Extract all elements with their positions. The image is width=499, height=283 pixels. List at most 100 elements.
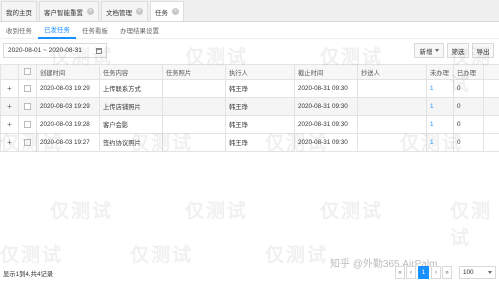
- tab-home[interactable]: 我的主页: [1, 1, 37, 21]
- task-photo-cell: [162, 79, 226, 98]
- task-content-cell: 上传店铺照片: [99, 97, 163, 116]
- watermark: 仅测试: [320, 201, 384, 222]
- tab-task[interactable]: 任务 ×: [150, 1, 184, 21]
- scroll-gutter: [483, 115, 499, 134]
- cc-cell: [357, 115, 427, 134]
- next-page-button[interactable]: ›: [431, 266, 441, 279]
- task-content-cell: 上传联系方式: [99, 79, 163, 98]
- tab-label: 文档管理: [106, 9, 132, 17]
- task-photo-cell: [162, 97, 226, 116]
- table-row[interactable]: + 2020-08-03 19:27 签约协议照片 韩王琤 2020-08-31…: [0, 133, 499, 152]
- row-checkbox[interactable]: [18, 97, 37, 116]
- watermark: 仅测试: [265, 245, 329, 266]
- tab-bar: 我的主页 客户智能重置 × 文档管理 × 任务 ×: [0, 0, 499, 22]
- expand-row-button[interactable]: +: [0, 115, 19, 134]
- filter-button-label: 筛选: [451, 48, 465, 56]
- expand-row-button[interactable]: +: [0, 79, 19, 98]
- tab-customer-reset[interactable]: 客户智能重置 ×: [39, 1, 99, 21]
- done-count-cell: 0: [453, 79, 484, 98]
- close-icon[interactable]: ×: [87, 8, 94, 15]
- table-row[interactable]: + 2020-08-03 19:29 上传店铺照片 韩王琤 2020-08-31…: [0, 97, 499, 116]
- close-icon[interactable]: ×: [136, 8, 143, 15]
- export-button[interactable]: 导出: [472, 43, 494, 58]
- expand-row-button[interactable]: +: [0, 97, 19, 116]
- subtab-result-settings[interactable]: 办理结果设置: [114, 22, 165, 39]
- checkbox-icon[interactable]: [24, 68, 31, 76]
- row-checkbox[interactable]: [18, 79, 37, 98]
- date-range-value: 2020-08-01 ~ 2020-08-31: [8, 47, 82, 54]
- executor-cell: 韩王琤: [225, 115, 295, 134]
- scroll-gutter: [483, 64, 499, 80]
- tab-label: 客户智能重置: [44, 9, 83, 17]
- checkbox-icon[interactable]: [24, 84, 31, 92]
- table-header-row: 创建时间 任务内容 任务照片 执行人 截止时间 抄送人 未办理 已办理: [0, 64, 499, 80]
- checkbox-icon[interactable]: [24, 138, 31, 146]
- pending-count-link[interactable]: 1: [426, 133, 454, 152]
- expand-row-button[interactable]: +: [0, 133, 19, 152]
- watermark: 仅测试: [185, 201, 249, 222]
- watermark: 仅测试: [450, 201, 493, 249]
- current-page-button[interactable]: 1: [418, 266, 429, 279]
- page-size-value: 100: [463, 269, 474, 276]
- watermark: 仅测试: [130, 245, 194, 266]
- tab-label: 任务: [155, 9, 168, 17]
- deadline-cell: 2020-08-31 09:30: [294, 115, 358, 134]
- date-range-picker[interactable]: 2020-08-01 ~ 2020-08-31: [3, 43, 107, 58]
- first-page-button[interactable]: «: [395, 266, 405, 279]
- column-header[interactable]: 未办理: [426, 64, 454, 80]
- row-checkbox[interactable]: [18, 133, 37, 152]
- done-count-cell: 0: [453, 133, 484, 152]
- subtab-sent[interactable]: 已发任务: [38, 22, 76, 39]
- created-time-cell: 2020-08-03 19:29: [36, 79, 100, 98]
- plus-icon[interactable]: +: [7, 120, 12, 129]
- task-photo-cell: [162, 115, 226, 134]
- deadline-cell: 2020-08-31 09:30: [294, 97, 358, 116]
- column-header[interactable]: 抄送人: [357, 64, 427, 80]
- calendar-icon[interactable]: [96, 48, 102, 54]
- checkbox-icon[interactable]: [24, 102, 31, 110]
- row-checkbox[interactable]: [18, 115, 37, 134]
- pending-count-link[interactable]: 1: [426, 115, 454, 134]
- add-button[interactable]: 新增: [414, 43, 444, 58]
- column-header[interactable]: 执行人: [225, 64, 295, 80]
- checkbox-icon[interactable]: [24, 120, 31, 128]
- table-row[interactable]: + 2020-08-03 19:28 客户会影 韩王琤 2020-08-31 0…: [0, 115, 499, 134]
- filter-button[interactable]: 筛选: [447, 43, 469, 58]
- column-header[interactable]: 任务照片: [162, 64, 226, 80]
- select-all-checkbox[interactable]: [18, 64, 37, 80]
- export-button-label: 导出: [476, 48, 490, 56]
- subtab-received[interactable]: 收到任务: [0, 22, 38, 39]
- created-time-cell: 2020-08-03 19:27: [36, 133, 100, 152]
- plus-icon[interactable]: +: [7, 138, 12, 147]
- task-photo-cell: [162, 133, 226, 152]
- record-count: 显示1到4,共4记录: [3, 271, 54, 278]
- pending-count-link[interactable]: 1: [426, 79, 454, 98]
- tab-document-manage[interactable]: 文档管理 ×: [101, 1, 148, 21]
- done-count-cell: 0: [453, 115, 484, 134]
- deadline-cell: 2020-08-31 09:30: [294, 133, 358, 152]
- column-header[interactable]: 任务内容: [99, 64, 163, 80]
- pending-count-link[interactable]: 1: [426, 97, 454, 116]
- add-button-label: 新增: [419, 48, 433, 56]
- scroll-gutter: [483, 133, 499, 152]
- column-header[interactable]: 已办理: [453, 64, 484, 80]
- table-row[interactable]: + 2020-08-03 19:29 上传联系方式 韩王琤 2020-08-31…: [0, 79, 499, 98]
- prev-page-button[interactable]: ‹: [406, 266, 416, 279]
- created-time-cell: 2020-08-03 19:29: [36, 97, 100, 116]
- page-size-select[interactable]: 100: [459, 266, 496, 279]
- plus-icon[interactable]: +: [7, 102, 12, 111]
- expand-header: [0, 64, 19, 80]
- task-table: 创建时间 任务内容 任务照片 执行人 截止时间 抄送人 未办理 已办理 + 20…: [0, 64, 499, 152]
- chevron-down-icon: [434, 49, 439, 52]
- column-header[interactable]: 截止时间: [294, 64, 358, 80]
- close-icon[interactable]: ×: [172, 8, 179, 15]
- executor-cell: 韩王琤: [225, 133, 295, 152]
- column-header[interactable]: 创建时间: [36, 64, 100, 80]
- toolbar: 2020-08-01 ~ 2020-08-31 新增 筛选 导出: [0, 40, 499, 62]
- cc-cell: [357, 133, 427, 152]
- subtab-board[interactable]: 任务看板: [76, 22, 114, 39]
- last-page-button[interactable]: »: [442, 266, 452, 279]
- sub-tab-bar: 收到任务 已发任务 任务看板 办理结果设置: [0, 22, 499, 39]
- plus-icon[interactable]: +: [7, 84, 12, 93]
- scroll-gutter: [483, 97, 499, 116]
